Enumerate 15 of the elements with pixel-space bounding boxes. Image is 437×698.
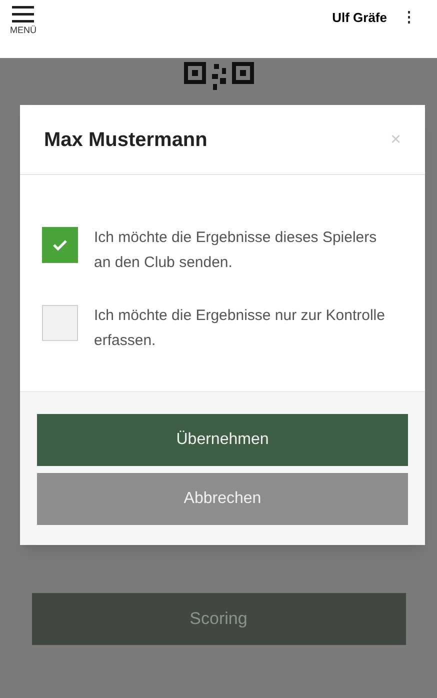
option-label: Ich möchte die Ergebnisse dieses Spielers an den Club senden. — [94, 228, 378, 273]
checkmark-icon — [52, 239, 68, 251]
apply-button[interactable]: Übernehmen — [37, 414, 408, 466]
checkbox[interactable] — [42, 227, 78, 263]
menu-icon[interactable] — [11, 4, 36, 24]
more-options-icon[interactable] — [407, 10, 411, 25]
checkbox[interactable] — [42, 305, 78, 341]
user-name: Ulf Gräfe — [332, 9, 387, 27]
dialog-title: Max Mustermann — [44, 128, 208, 152]
cancel-button[interactable]: Abbrechen — [37, 473, 408, 525]
menu-label: MENÜ — [10, 26, 36, 35]
qr-code-icon — [184, 62, 254, 92]
scoring-button[interactable]: Scoring — [32, 593, 406, 645]
option-label: Ich möchte die Ergebnisse nur zur Kontrolle erfassen. — [94, 306, 386, 351]
close-button[interactable]: × — [390, 126, 401, 153]
